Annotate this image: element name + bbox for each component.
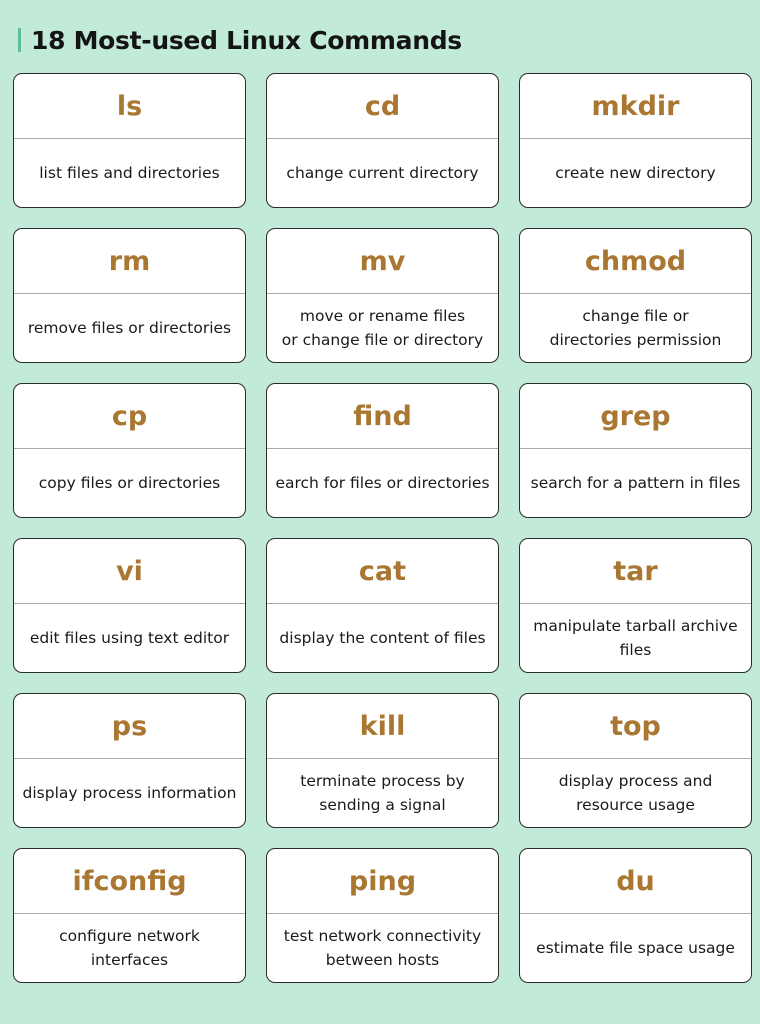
command-card-vi: vi edit files using text editor [13,538,246,673]
command-card-find: find earch for files or directories [266,383,499,518]
command-description: search for a pattern in files [530,474,741,492]
command-grid: ls list files and directories cd change … [13,73,753,983]
command-name: mkdir [520,74,751,139]
command-name: du [520,849,751,914]
command-description: copy files or directories [38,474,221,492]
command-card-ifconfig: ifconfig configure network interfaces [13,848,246,983]
command-name: rm [14,229,245,294]
command-name: cp [14,384,245,449]
command-description: configure network interfaces [59,927,200,969]
command-card-top: top display process and resource usage [519,693,752,828]
command-description: remove files or directories [27,319,232,337]
command-name: ping [267,849,498,914]
title-accent-bar [18,28,21,52]
command-card-rm: rm remove files or directories [13,228,246,363]
command-name: chmod [520,229,751,294]
command-name: kill [267,694,498,759]
command-card-ls: ls list files and directories [13,73,246,208]
command-name: cd [267,74,498,139]
command-description: move or rename files or change file or d… [281,307,484,349]
command-name: tar [520,539,751,604]
command-name: ps [14,694,245,759]
command-description: test network connectivity between hosts [283,927,482,969]
command-card-du: du estimate file space usage [519,848,752,983]
title-row: 18 Most-used Linux Commands [18,24,462,56]
command-description: display process and resource usage [558,772,713,814]
command-description: display process information [22,784,237,802]
command-name: cat [267,539,498,604]
command-description: earch for files or directories [275,474,490,492]
command-description: list files and directories [39,164,220,182]
command-name: ifconfig [14,849,245,914]
command-card-ping: ping test network connectivity between h… [266,848,499,983]
command-card-cp: cp copy files or directories [13,383,246,518]
command-description: edit files using text editor [29,629,230,647]
command-name: mv [267,229,498,294]
command-description: manipulate tarball archive files [533,617,738,659]
command-description: change current directory [286,164,479,182]
command-card-grep: grep search for a pattern in files [519,383,752,518]
command-name: vi [14,539,245,604]
command-card-ps: ps display process information [13,693,246,828]
command-description: terminate process by sending a signal [300,772,465,814]
command-name: grep [520,384,751,449]
command-card-chmod: chmod change file or directories permiss… [519,228,752,363]
command-card-mv: mv move or rename files or change file o… [266,228,499,363]
command-description: change file or directories permission [549,307,722,349]
page-title: 18 Most-used Linux Commands [31,25,462,55]
command-name: top [520,694,751,759]
command-card-cat: cat display the content of files [266,538,499,673]
command-card-kill: kill terminate process by sending a sign… [266,693,499,828]
command-description: create new directory [555,164,716,182]
command-card-mkdir: mkdir create new directory [519,73,752,208]
command-card-cd: cd change current directory [266,73,499,208]
command-name: find [267,384,498,449]
command-description: display the content of files [279,629,486,647]
command-description: estimate file space usage [536,939,735,957]
command-card-tar: tar manipulate tarball archive files [519,538,752,673]
command-name: ls [14,74,245,139]
